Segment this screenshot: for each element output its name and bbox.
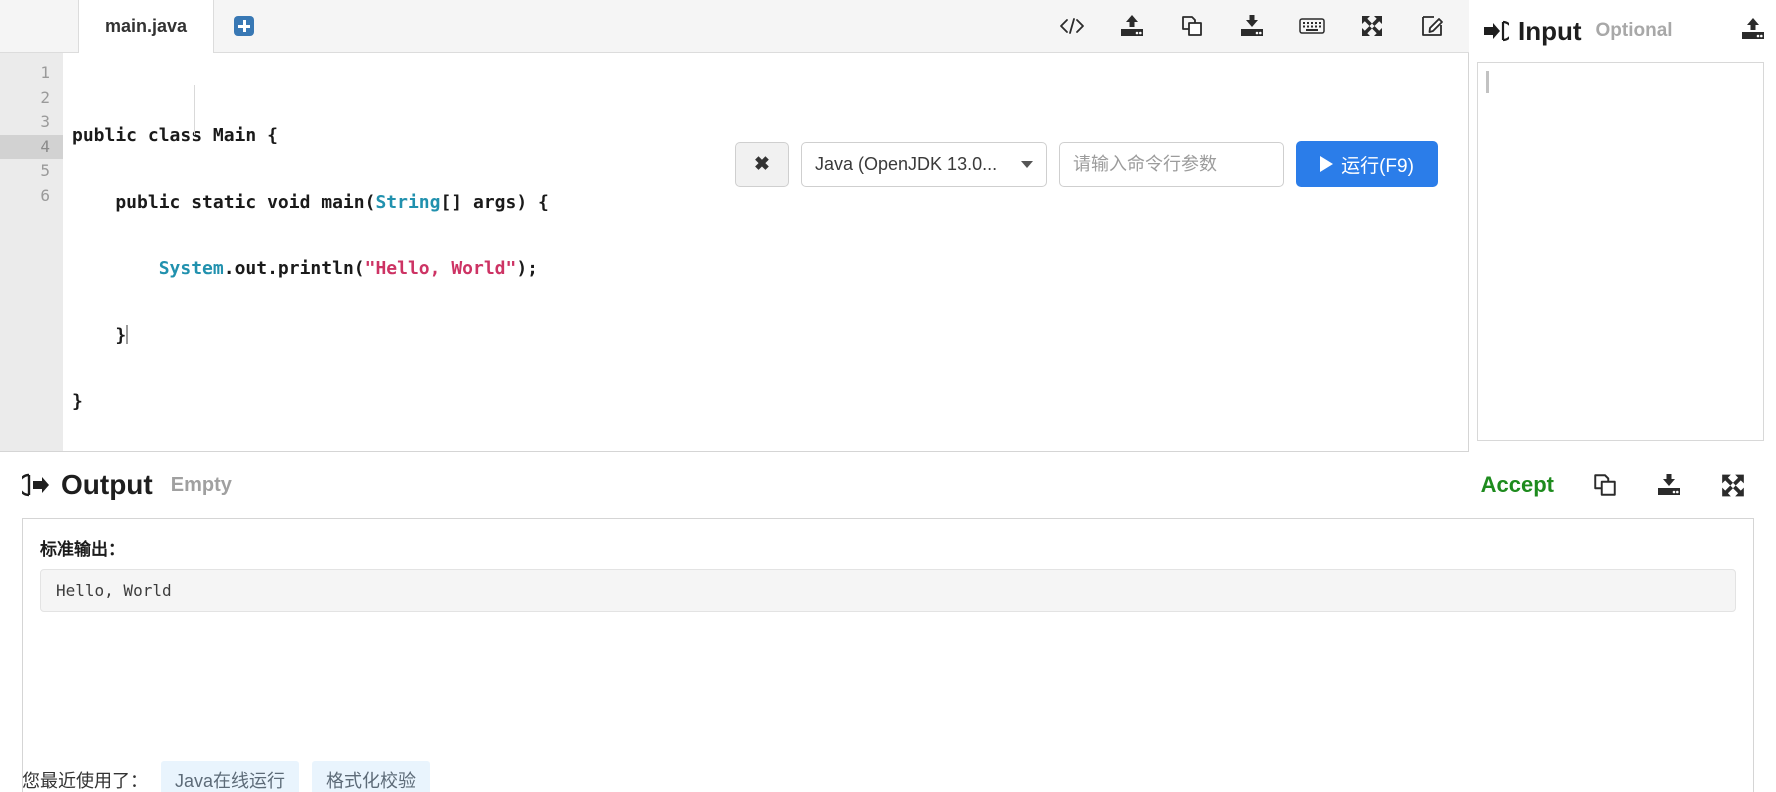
input-panel-header: Input Optional <box>1477 0 1776 62</box>
line-number-active: 4 <box>0 134 63 160</box>
code-token-plain: [] args) { <box>440 191 549 213</box>
sign-out-icon <box>22 473 49 497</box>
editor-column: main.java 1 2 3 4 5 6 public class Main … <box>0 0 1469 452</box>
run-button-label: 运行(F9) <box>1341 155 1414 177</box>
input-panel-title-text: Input <box>1518 15 1582 46</box>
run-button[interactable]: 运行(F9) <box>1296 141 1438 187</box>
input-panel-title: Input <box>1483 16 1582 47</box>
output-panel-title: Output <box>22 469 153 501</box>
keyboard-icon[interactable] <box>1299 13 1325 39</box>
copy-icon[interactable] <box>1592 472 1618 498</box>
language-select[interactable]: Java (OpenJDK 13.0... <box>801 141 1047 187</box>
accept-button[interactable]: Accept <box>1481 472 1554 498</box>
tab-bar: main.java <box>0 0 1469 53</box>
output-status-label: Empty <box>170 473 232 496</box>
play-icon <box>1320 156 1334 172</box>
code-editor[interactable]: 1 2 3 4 5 6 public class Main { public s… <box>0 53 1469 452</box>
copy-icon[interactable] <box>1179 13 1205 39</box>
line-number: 1 <box>40 63 50 82</box>
code-token-type: System <box>158 258 224 280</box>
code-token-plain: public class Main { <box>72 125 278 146</box>
upload-icon[interactable] <box>1119 13 1145 39</box>
code-token-plain: .out.println( <box>223 258 365 280</box>
code-token-plain: } <box>72 391 83 413</box>
code-line-5: } <box>72 390 1468 415</box>
run-bar: ✖ Java (OpenJDK 13.0... 运行(F9) <box>735 141 1438 187</box>
edit-icon[interactable] <box>1419 13 1445 39</box>
recent-tag-format-check[interactable]: 格式化校验 <box>312 761 431 792</box>
code-token-string: "Hello, World" <box>364 258 517 280</box>
indent-guide <box>194 85 195 135</box>
top-section: main.java 1 2 3 4 5 6 public class Main … <box>0 0 1776 452</box>
fullscreen-icon[interactable] <box>1720 472 1746 498</box>
code-brackets-icon[interactable] <box>1059 13 1085 39</box>
editor-toolbar <box>1059 0 1469 52</box>
close-button[interactable]: ✖ <box>735 141 789 187</box>
code-token-plain: ); <box>516 258 539 280</box>
tab-bar-spacer <box>22 0 78 52</box>
command-args-input[interactable] <box>1059 141 1284 187</box>
stdout-label: 标准输出： <box>40 540 125 559</box>
upload-icon[interactable] <box>1740 17 1776 46</box>
stdout-content: Hello, World <box>40 569 1736 612</box>
plus-icon[interactable] <box>234 16 255 36</box>
input-panel: Input Optional <box>1469 0 1776 452</box>
download-icon[interactable] <box>1239 13 1265 39</box>
output-panel-header: Output Empty Accept <box>22 452 1754 518</box>
line-number: 5 <box>40 161 50 181</box>
line-number: 2 <box>40 87 50 107</box>
line-number-gutter: 1 2 3 4 5 6 <box>0 53 63 451</box>
code-token-plain: } <box>72 324 127 346</box>
text-caret <box>1486 71 1489 93</box>
input-textarea[interactable] <box>1477 62 1764 441</box>
fullscreen-icon[interactable] <box>1359 13 1385 39</box>
download-icon[interactable] <box>1656 472 1682 498</box>
language-select-value: Java (OpenJDK 13.0... <box>815 153 998 174</box>
input-optional-label: Optional <box>1595 20 1673 41</box>
chevron-down-icon <box>1021 160 1033 168</box>
add-tab-wrapper[interactable] <box>214 0 274 52</box>
code-text[interactable]: public class Main { public static void m… <box>63 53 1468 451</box>
output-content-panel: 标准输出： Hello, World <box>22 518 1754 792</box>
recent-label: 您最近使用了： <box>22 771 148 791</box>
file-tab-main-java[interactable]: main.java <box>78 0 215 53</box>
recent-tag-java-online[interactable]: Java在线运行 <box>161 761 300 792</box>
output-actions: Accept <box>1481 472 1754 498</box>
output-section: Output Empty Accept 标准输出： Hello, World <box>0 452 1776 792</box>
line-number: 3 <box>40 112 50 132</box>
output-panel-title-text: Output <box>61 469 153 500</box>
code-line-4: } <box>72 324 1468 349</box>
sign-in-icon <box>1484 20 1509 42</box>
code-line-2: public static void main(String[] args) { <box>72 191 1468 216</box>
file-tab-label: main.java <box>105 16 188 36</box>
code-line-3: System.out.println("Hello, World"); <box>72 257 1468 282</box>
code-token-plain: public static void main( <box>72 191 376 213</box>
text-caret <box>126 324 129 344</box>
line-number: 6 <box>40 185 50 205</box>
code-token-type: String <box>375 191 441 213</box>
